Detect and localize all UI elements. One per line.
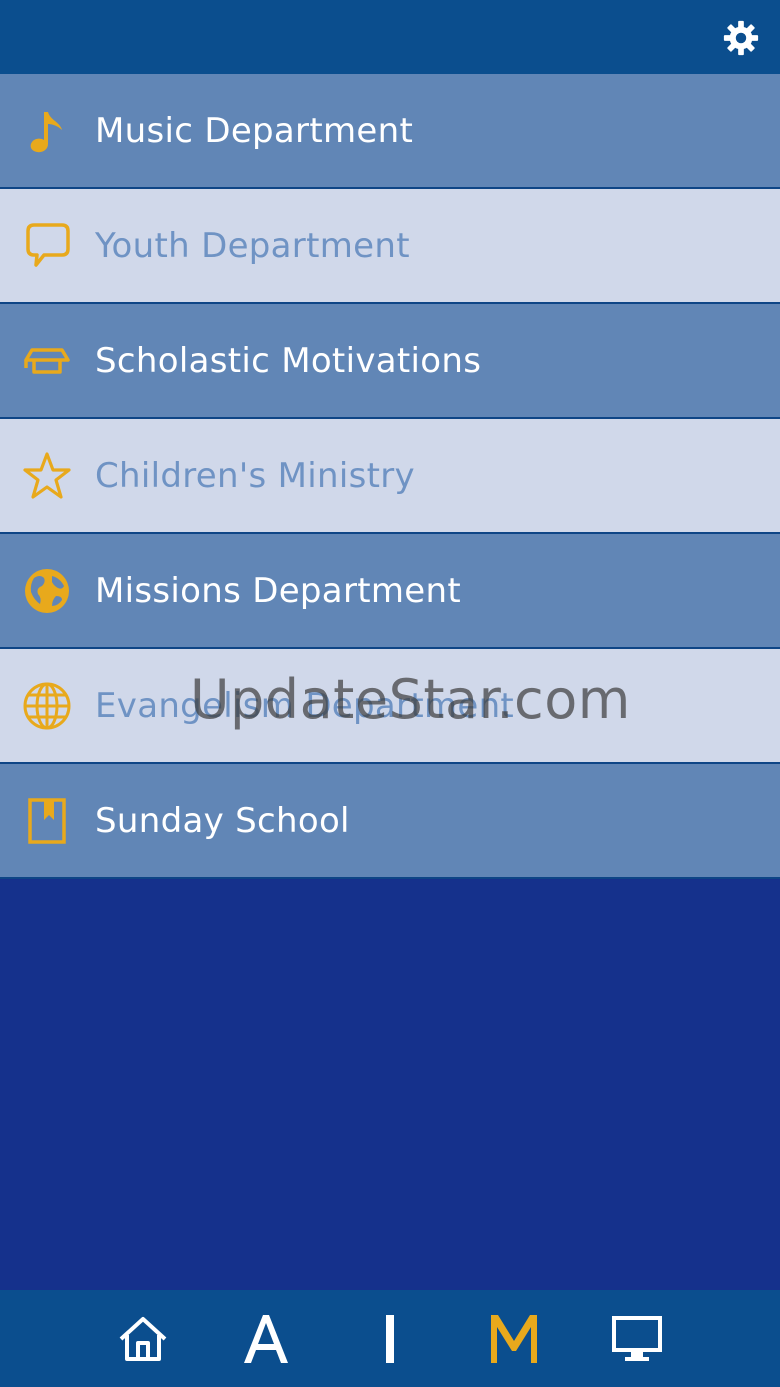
menu-item-missions-department[interactable]: Missions Department [0, 534, 780, 649]
tab-a[interactable] [221, 1290, 311, 1387]
menu-item-sunday-school[interactable]: Sunday School [0, 764, 780, 879]
bookmark-book-icon [28, 797, 66, 844]
menu-item-label: Youth Department [95, 225, 410, 266]
top-bar [0, 0, 780, 74]
menu-item-label: Music Department [95, 110, 414, 151]
menu-item-label: Children's Ministry [95, 455, 415, 496]
star-icon [23, 451, 71, 499]
menu-item-scholastic-motivations[interactable]: Scholastic Motivations [0, 304, 780, 419]
menu-item-label: Scholastic Motivations [95, 340, 482, 381]
tab-m[interactable] [469, 1290, 559, 1387]
menu-item-childrens-ministry[interactable]: Children's Ministry [0, 419, 780, 534]
tab-a-letter [244, 1314, 288, 1363]
music-note-icon [30, 111, 62, 152]
monitor-icon [612, 1315, 662, 1361]
tab-m-letter [491, 1314, 537, 1363]
home-icon [119, 1316, 167, 1361]
menu-item-label: Missions Department [95, 570, 461, 611]
tab-monitor[interactable] [592, 1290, 682, 1387]
menu-item-youth-department[interactable]: Youth Department [0, 189, 780, 304]
department-menu: Music Department Youth Department Schola… [0, 74, 780, 879]
menu-item-music-department[interactable]: Music Department [0, 74, 780, 189]
graduation-cap-icon [24, 347, 70, 374]
tab-i-letter [386, 1314, 394, 1363]
watermark: UpdateStar.com [190, 668, 631, 731]
speech-bubble-icon [26, 222, 70, 267]
menu-item-label: Sunday School [95, 800, 350, 841]
bottom-tab-bar [0, 1290, 780, 1387]
globe-grid-icon [23, 682, 71, 729]
earth-icon [25, 568, 69, 613]
tab-i[interactable] [345, 1290, 435, 1387]
gear-icon[interactable] [722, 19, 760, 57]
tab-home[interactable] [98, 1290, 188, 1387]
